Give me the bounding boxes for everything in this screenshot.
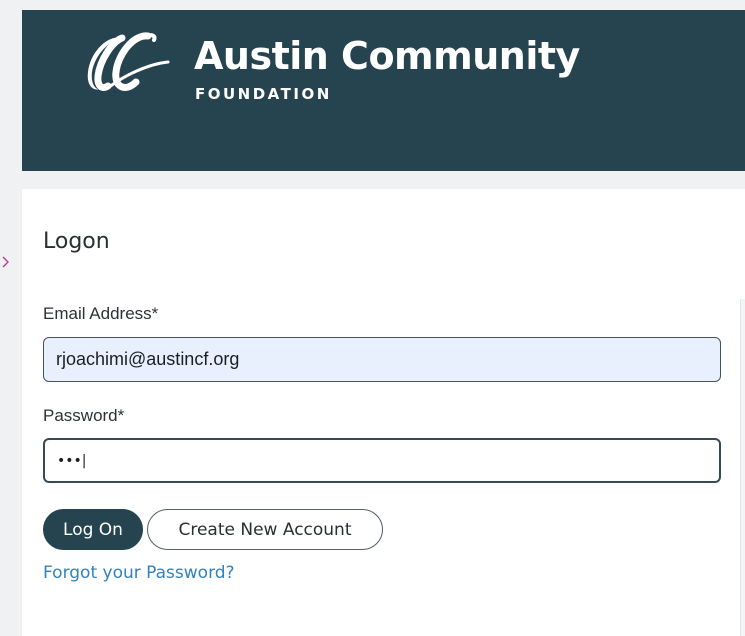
password-label: Password*	[43, 406, 125, 425]
panel-scroll-edge	[740, 299, 745, 636]
email-label: Email Address*	[43, 304, 159, 323]
email-field[interactable]	[43, 337, 721, 382]
forgot-password-link[interactable]: Forgot your Password?	[43, 563, 235, 583]
acf-script-logo-icon	[87, 32, 170, 91]
brand-title: Austin Community	[194, 34, 580, 78]
logon-panel: Logon Email Address* Password* Log On Cr…	[22, 189, 745, 636]
brand-subtitle: FOUNDATION	[195, 85, 332, 103]
side-chevron-icon	[2, 256, 9, 268]
password-field[interactable]	[43, 438, 721, 483]
log-on-button[interactable]: Log On	[43, 509, 143, 550]
page-title: Logon	[43, 229, 110, 254]
site-header: Austin Community FOUNDATION	[22, 10, 745, 171]
create-account-button[interactable]: Create New Account	[147, 509, 383, 550]
